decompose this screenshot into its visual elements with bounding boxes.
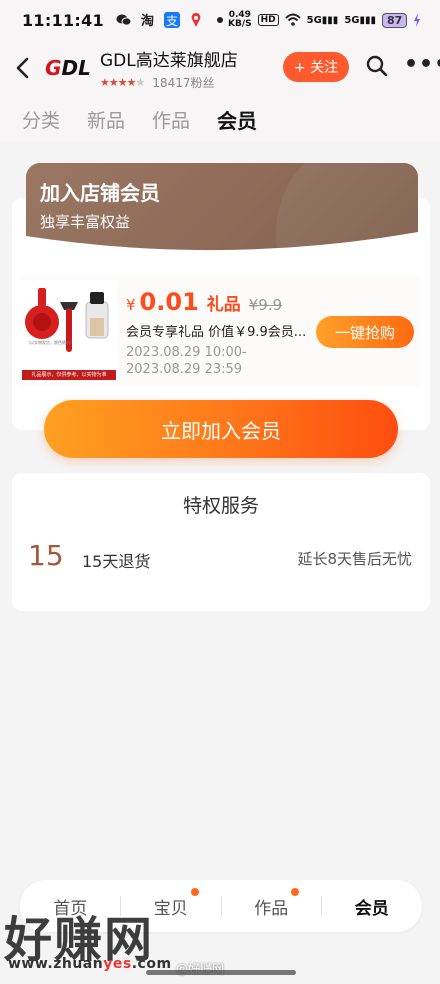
rating-stars-filled: ★★★★ xyxy=(100,75,136,89)
watermark-url-prefix: www.zhuan xyxy=(8,956,104,972)
notification-dot xyxy=(190,887,199,896)
home-indicator[interactable] xyxy=(146,970,296,975)
privileges-title: 特权服务 xyxy=(182,495,259,517)
member-subtitle: 独享丰富权益 xyxy=(40,213,131,231)
signal-1-label: 5G xyxy=(306,14,322,26)
wifi-icon xyxy=(284,13,301,26)
privilege-name: 15天退货 xyxy=(82,552,151,571)
gift-time: 2023.08.29 10:00-2023.08.29 23:59 xyxy=(126,345,247,377)
nav-works[interactable]: 作品 xyxy=(221,887,322,919)
store-tabs: 分类 新品 作品 会员 xyxy=(0,96,440,142)
privilege-number: 15 xyxy=(28,539,64,572)
join-member-button[interactable]: 立即加入会员 xyxy=(44,400,398,458)
svg-text:淘: 淘 xyxy=(141,13,154,28)
nav-divider xyxy=(321,896,322,916)
gift-item[interactable]: （以实物发货，颜色随机） 礼品展示，仅供参考，以实物为准 ¥ 0.01 礼品 ¥… xyxy=(20,276,420,386)
wechat-icon xyxy=(116,14,132,26)
original-price: ¥9.9 xyxy=(248,296,283,314)
tab-new[interactable]: 新品 xyxy=(87,106,125,133)
fans-count: 18417粉丝 xyxy=(152,75,215,90)
svg-text:支: 支 xyxy=(166,14,178,28)
notification-dot xyxy=(291,887,299,896)
logo-letters-dl: DL xyxy=(61,56,91,80)
store-meta: ★★★★★ 18417粉丝 xyxy=(100,74,238,91)
privileges-card: 特权服务 15 15天退货 延长8天售后无忧 xyxy=(12,473,430,611)
store-rating: ★★★★★ xyxy=(100,75,145,89)
follow-button[interactable]: + 关注 xyxy=(283,52,349,82)
gift-label: 礼品 xyxy=(206,295,241,315)
peeler-set-image xyxy=(25,288,109,352)
signal-1: 5G▮▮▮ xyxy=(306,14,339,26)
battery-indicator: 87 xyxy=(382,12,408,28)
watermark-url-highlight: yes xyxy=(103,956,132,972)
alipay-icon: 支 xyxy=(164,12,180,28)
currency-symbol: ¥ xyxy=(126,296,136,314)
gift-product-image[interactable]: （以实物发货，颜色随机） 礼品展示，仅供参考，以实物为准 xyxy=(20,280,118,380)
tab-member[interactable]: 会员 xyxy=(217,105,257,134)
tab-category[interactable]: 分类 xyxy=(22,106,60,133)
nav-divider xyxy=(221,896,222,916)
store-header: GDL GDL高达莱旗舰店 ★★★★★ 18417粉丝 + 关注 ••• xyxy=(0,40,440,96)
network-speed: 0.49 KB/S xyxy=(228,11,252,29)
gift-description: 会员专享礼品 价值￥9.9会员... xyxy=(126,325,307,340)
member-banner: 加入店铺会员 独享丰富权益 xyxy=(26,163,418,253)
store-logo[interactable]: G DL xyxy=(40,48,96,88)
nav-products-label: 宝贝 xyxy=(153,898,188,919)
nav-member[interactable]: 会员 xyxy=(322,894,423,919)
privilege-description: 延长8天售后无忧 xyxy=(297,550,412,568)
chevron-left-icon xyxy=(16,57,29,79)
gift-price-line: ¥ 0.01 礼品 ¥9.9 xyxy=(126,288,282,316)
search-icon[interactable] xyxy=(365,54,389,78)
tab-works[interactable]: 作品 xyxy=(152,106,190,133)
dot-icon xyxy=(217,17,223,23)
nav-works-label: 作品 xyxy=(254,898,289,919)
logo-letter-g: G xyxy=(45,56,62,80)
grab-button[interactable]: 一键抢购 xyxy=(316,316,414,348)
charging-icon xyxy=(414,13,421,27)
signal-2-label: 5G xyxy=(344,14,360,26)
gift-image-caption: 礼品展示，仅供参考，以实物为准 xyxy=(22,370,116,380)
location-icon xyxy=(191,13,201,27)
speed-unit: KB/S xyxy=(228,19,252,29)
signal-2: 5G▮▮▮ xyxy=(344,14,376,26)
more-icon[interactable]: ••• xyxy=(404,54,440,76)
status-bar: 11:11:41 淘 支 0.49 KB/S HD 5G▮▮▮ 5G▮▮▮ 87 xyxy=(0,0,440,40)
gift-image-note: （以实物发货，颜色随机） xyxy=(26,340,74,345)
back-button[interactable] xyxy=(8,53,38,83)
member-title: 加入店铺会员 xyxy=(40,181,160,205)
store-info[interactable]: GDL高达莱旗舰店 ★★★★★ 18417粉丝 xyxy=(100,46,238,91)
status-right: 0.49 KB/S HD 5G▮▮▮ 5G▮▮▮ 87 xyxy=(228,11,421,29)
hd-badge: HD xyxy=(257,14,279,26)
gift-price: 0.01 xyxy=(139,288,199,316)
status-time: 11:11:41 xyxy=(22,10,104,30)
rating-stars-empty: ★ xyxy=(135,75,145,89)
store-name: GDL高达莱旗舰店 xyxy=(100,50,238,71)
notification-icons: 淘 支 xyxy=(116,12,228,28)
taobao-icon: 淘 xyxy=(141,13,154,28)
